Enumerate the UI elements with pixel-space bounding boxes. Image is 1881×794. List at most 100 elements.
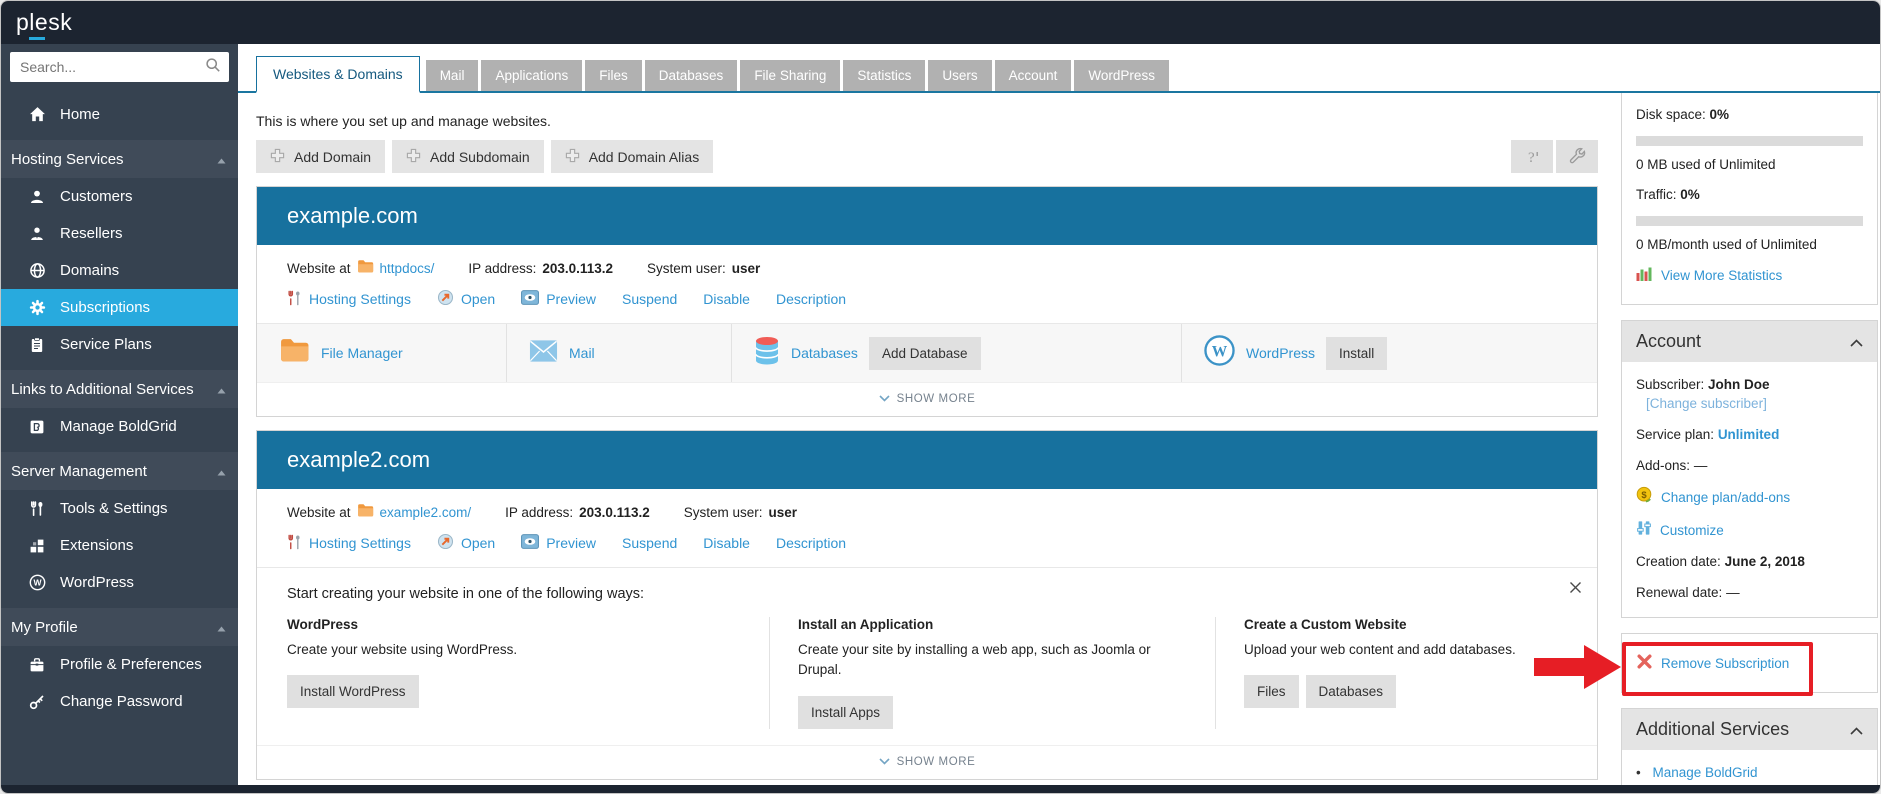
remove-subscription-link[interactable]: Remove Subscription: [1636, 653, 1789, 673]
action-open[interactable]: Open: [437, 533, 495, 553]
show-more-toggle[interactable]: SHOW MORE: [257, 745, 1597, 779]
feature-link-file-manager[interactable]: File Manager: [321, 345, 403, 361]
action-label: Disable: [703, 535, 750, 551]
add-subdomain-button[interactable]: Add Subdomain: [392, 140, 544, 173]
customize-view-wrench-button[interactable]: [1556, 140, 1598, 173]
close-icon[interactable]: [1569, 581, 1582, 599]
sidebar-item-customers[interactable]: Customers: [1, 178, 238, 215]
coin-icon: $: [1636, 486, 1653, 509]
account-panel-body: Subscriber: John Doe [Change subscriber]…: [1622, 362, 1877, 618]
sidebar-item-extensions[interactable]: Extensions: [1, 527, 238, 564]
reseller-icon: [27, 226, 47, 242]
sidebar-section-links-to-additional-services[interactable]: Links to Additional Services: [1, 370, 238, 408]
change-subscriber-link[interactable]: [Change subscriber]: [1646, 394, 1767, 414]
search-box[interactable]: [10, 52, 229, 82]
sidebar-section-my-profile[interactable]: My Profile: [1, 608, 238, 646]
sidebar-item-change-password[interactable]: Change Password: [1, 683, 238, 720]
ip-address: IP address:203.0.113.2: [505, 505, 650, 520]
ip-label: IP address:: [468, 261, 536, 276]
tab-wordpress[interactable]: WordPress: [1074, 60, 1169, 91]
tabs-bar: Websites & DomainsMailApplicationsFilesD…: [238, 50, 1880, 93]
action-disable[interactable]: Disable: [703, 291, 750, 307]
tab-databases[interactable]: Databases: [645, 60, 738, 91]
sidebar-item-service-plans[interactable]: Service Plans: [1, 326, 238, 363]
show-more-toggle[interactable]: SHOW MORE: [257, 382, 1597, 416]
home-icon: [27, 106, 47, 123]
show-more-label: SHOW MORE: [897, 756, 976, 768]
sidebar-item-subscriptions[interactable]: Subscriptions: [1, 289, 238, 326]
show-more-label: SHOW MORE: [897, 393, 976, 405]
tab-statistics[interactable]: Statistics: [843, 60, 925, 91]
sidebar-item-label: Extensions: [60, 537, 133, 554]
add-domain-button[interactable]: Add Domain: [256, 140, 385, 173]
additional-services-header[interactable]: Additional Services: [1622, 709, 1877, 750]
website-root-link[interactable]: httpdocs/: [380, 261, 435, 276]
open-icon: [437, 289, 454, 309]
action-hosting-settings[interactable]: Hosting Settings: [287, 290, 411, 309]
search-icon[interactable]: [205, 57, 221, 78]
install-apps-button[interactable]: Install Apps: [798, 696, 893, 729]
action-suspend[interactable]: Suspend: [622, 535, 677, 551]
promo-column-title: Install an Application: [798, 617, 1187, 632]
install-wordpress-button[interactable]: Install WordPress: [287, 675, 419, 708]
customize-link[interactable]: Customize: [1636, 520, 1724, 542]
sidebar-item-home[interactable]: Home: [1, 96, 238, 133]
tab-account[interactable]: Account: [995, 60, 1072, 91]
collapse-chevron-icon[interactable]: [1850, 331, 1863, 352]
action-preview[interactable]: Preview: [521, 534, 596, 552]
feature-link-mail[interactable]: Mail: [569, 345, 595, 361]
action-open[interactable]: Open: [437, 289, 495, 309]
sidebar-section-hosting-services[interactable]: Hosting Services: [1, 140, 238, 178]
manage-boldgrid-link[interactable]: Manage BoldGrid: [1653, 763, 1758, 783]
action-preview[interactable]: Preview: [521, 290, 596, 308]
databases-button[interactable]: Databases: [1306, 675, 1397, 708]
help-button[interactable]: ?: [1511, 140, 1553, 173]
sidebar-item-tools-settings[interactable]: Tools & Settings: [1, 490, 238, 527]
domain-info-row: Website atexample2.com/IP address:203.0.…: [257, 489, 1597, 521]
sidebar-item-wordpress[interactable]: WWordPress: [1, 564, 238, 601]
change-plan-addons-link[interactable]: $ Change plan/add-ons: [1636, 486, 1790, 509]
files-button[interactable]: Files: [1244, 675, 1299, 708]
tab-files[interactable]: Files: [585, 60, 642, 91]
sidebar-item-label: Manage BoldGrid: [60, 418, 177, 435]
promo-buttons: FilesDatabases: [1244, 675, 1539, 708]
toolbar: Add DomainAdd SubdomainAdd Domain Alias …: [256, 140, 1598, 173]
website-root-link[interactable]: example2.com/: [380, 505, 472, 520]
customer-icon: [27, 189, 47, 205]
action-description[interactable]: Description: [776, 535, 846, 551]
action-suspend[interactable]: Suspend: [622, 291, 677, 307]
disk-space-used: 0 MB used of Unlimited: [1636, 155, 1863, 175]
view-more-statistics-link[interactable]: View More Statistics: [1636, 265, 1782, 287]
action-label: Description: [776, 535, 846, 551]
sidebar-section-server-management[interactable]: Server Management: [1, 452, 238, 490]
account-panel-header[interactable]: Account: [1622, 321, 1877, 362]
sidebar-section-label: Server Management: [11, 463, 147, 480]
tab-websites-domains[interactable]: Websites & Domains: [256, 56, 420, 93]
feature-link-databases[interactable]: Databases: [791, 345, 858, 361]
action-disable[interactable]: Disable: [703, 535, 750, 551]
feature-link-wordpress[interactable]: WordPress: [1246, 345, 1315, 361]
tab-mail[interactable]: Mail: [426, 60, 479, 91]
sidebar-item-resellers[interactable]: Resellers: [1, 215, 238, 252]
search-input[interactable]: [18, 58, 205, 76]
add-database-button[interactable]: Add Database: [869, 337, 981, 370]
action-hosting-settings[interactable]: Hosting Settings: [287, 534, 411, 553]
action-label: Disable: [703, 291, 750, 307]
tab-applications[interactable]: Applications: [481, 60, 582, 91]
creation-date-value: June 2, 2018: [1725, 554, 1805, 569]
feature-wordpress: WWordPressInstall: [1182, 324, 1597, 382]
sidebar-item-profile-preferences[interactable]: Profile & Preferences: [1, 646, 238, 683]
sidebar-item-manage-boldgrid[interactable]: Manage BoldGrid: [1, 408, 238, 445]
sidebar-item-domains[interactable]: Domains: [1, 252, 238, 289]
feature-databases: Databases Add Database: [732, 324, 1182, 382]
install-button[interactable]: Install: [1326, 337, 1387, 370]
action-description[interactable]: Description: [776, 291, 846, 307]
globe-icon: [27, 262, 47, 279]
collapse-chevron-icon[interactable]: [1850, 719, 1863, 740]
website-root: Website athttpdocs/: [287, 259, 434, 277]
tab-users[interactable]: Users: [928, 60, 991, 91]
add-domain-alias-button[interactable]: Add Domain Alias: [551, 140, 714, 173]
tab-file-sharing[interactable]: File Sharing: [740, 60, 840, 91]
folder-icon: [357, 259, 374, 277]
service-plan-link[interactable]: Unlimited: [1718, 425, 1780, 445]
